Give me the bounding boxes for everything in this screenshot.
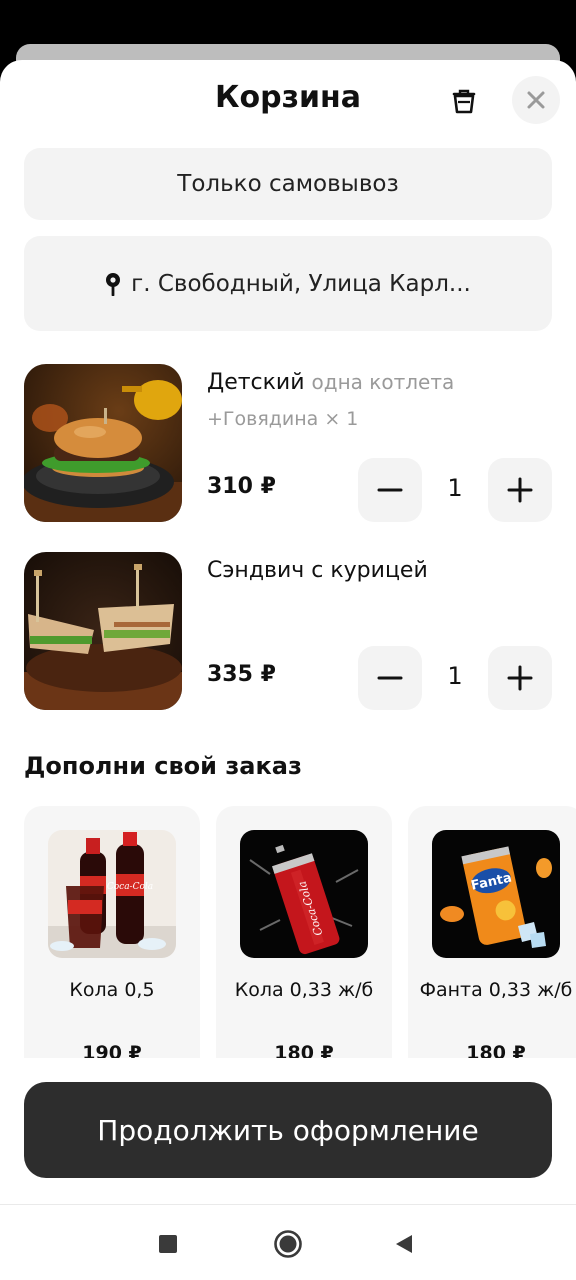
minus-icon xyxy=(377,488,403,492)
back-button[interactable] xyxy=(384,1229,424,1259)
cart-item: Сэндвич с курицей 335 ₽ 1 xyxy=(24,552,552,710)
close-icon xyxy=(527,91,545,109)
cart-header: Корзина xyxy=(0,60,576,140)
checkout-footer: Продолжить оформление xyxy=(0,1058,576,1204)
recent-apps-button[interactable] xyxy=(148,1229,188,1259)
home-button[interactable] xyxy=(268,1229,308,1259)
cart-item-name: Детский xyxy=(207,370,305,395)
increase-quantity-button[interactable] xyxy=(488,646,552,710)
location-pin-icon xyxy=(106,272,121,296)
sandwich-image[interactable] xyxy=(24,552,182,710)
upsell-item-name: Кола 0,33 ж/б xyxy=(234,979,374,1001)
plus-icon xyxy=(507,665,533,691)
system-navigation-bar xyxy=(0,1204,576,1280)
continue-checkout-label: Продолжить оформление xyxy=(97,1113,479,1147)
cola-can-image: Coca-Cola xyxy=(240,830,368,958)
fanta-can-image: Fanta xyxy=(432,830,560,958)
continue-checkout-button[interactable]: Продолжить оформление xyxy=(24,1082,552,1178)
upsell-item-name: Кола 0,5 xyxy=(69,979,155,1001)
plus-icon xyxy=(507,477,533,503)
cola-bottle-image: Coca-Cola xyxy=(48,830,176,958)
delivery-mode-button[interactable]: Только самовывоз xyxy=(24,148,552,220)
decrease-quantity-button[interactable] xyxy=(358,646,422,710)
increase-quantity-button[interactable] xyxy=(488,458,552,522)
clear-cart-button[interactable] xyxy=(448,85,480,117)
back-triangle-icon xyxy=(396,1235,412,1253)
delivery-mode-label: Только самовывоз xyxy=(177,171,399,197)
minus-icon xyxy=(377,676,403,680)
upsell-card[interactable]: Coca-Cola Кола 0,33 ж/б 180 ₽ xyxy=(216,806,392,1086)
cart-item-variant: одна котлета xyxy=(311,370,455,394)
cart-item-price: 310 ₽ xyxy=(207,474,276,499)
cart-item-title: Детский одна котлета xyxy=(207,370,454,395)
quantity-value: 1 xyxy=(447,662,463,690)
quantity-value: 1 xyxy=(447,474,463,502)
square-icon xyxy=(159,1235,177,1253)
home-circle-icon xyxy=(274,1230,302,1258)
close-button[interactable] xyxy=(512,76,560,124)
burger-image[interactable] xyxy=(24,364,182,522)
trash-icon xyxy=(452,89,476,114)
pickup-address-label: г. Свободный, Улица Карл... xyxy=(131,270,471,297)
pickup-address-button[interactable]: г. Свободный, Улица Карл... xyxy=(24,236,552,331)
cart-item-modifier: +Говядина × 1 xyxy=(207,408,359,430)
page-title: Корзина xyxy=(214,80,362,115)
upsell-card[interactable]: Fanta Фанта 0,33 ж/б 180 ₽ xyxy=(408,806,576,1086)
svg-text:Coca-Cola: Coca-Cola xyxy=(107,882,153,892)
upsell-section-title: Дополни свой заказ xyxy=(24,752,302,780)
decrease-quantity-button[interactable] xyxy=(358,458,422,522)
cart-item-price: 335 ₽ xyxy=(207,662,276,687)
upsell-item-name: Фанта 0,33 ж/б xyxy=(419,979,573,1001)
cart-item: Детский одна котлета +Говядина × 1 310 ₽… xyxy=(24,364,552,522)
cart-item-name: Сэндвич с курицей xyxy=(207,558,428,583)
upsell-card[interactable]: Coca-Cola Кола 0,5 190 ₽ xyxy=(24,806,200,1086)
cart-sheet: Корзина Только самовывоз г. Свободный, У… xyxy=(0,60,576,1280)
